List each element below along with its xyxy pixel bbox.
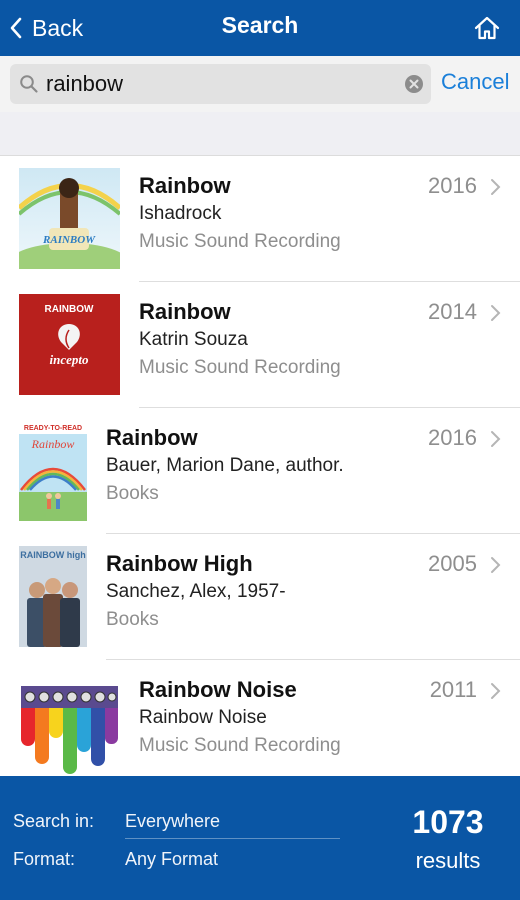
clear-search-icon[interactable] — [404, 74, 424, 94]
back-button[interactable]: Back — [10, 12, 83, 44]
search-bar: Cancel — [0, 56, 520, 112]
result-year: 2016 — [428, 425, 477, 450]
search-field[interactable] — [10, 64, 431, 104]
search-icon — [20, 75, 38, 93]
list-item[interactable]: RAINBOW incepto Rainbow Katrin Souza Mus… — [0, 282, 520, 408]
chevron-right-icon — [491, 179, 501, 195]
back-label: Back — [32, 14, 84, 41]
result-title: Rainbow High — [106, 551, 253, 576]
cancel-button[interactable]: Cancel — [441, 69, 509, 95]
result-year: 2005 — [428, 551, 477, 576]
chevron-right-icon — [491, 683, 501, 699]
result-title: Rainbow Noise — [139, 677, 297, 702]
section-spacer — [0, 112, 520, 156]
home-icon[interactable] — [472, 13, 502, 43]
result-author: Bauer, Marion Dane, author. — [106, 455, 344, 476]
result-count: 1073 — [412, 804, 484, 840]
result-author: Ishadrock — [139, 203, 222, 224]
result-title: Rainbow — [139, 173, 231, 198]
format-label: Format: — [13, 849, 76, 869]
chevron-right-icon — [491, 431, 501, 447]
cover-series: READY-TO-READ — [24, 425, 82, 432]
cover-text: RAINBOW — [45, 304, 94, 315]
book-cover: RAINBOW high — [19, 546, 87, 647]
result-format: Music Sound Recording — [139, 231, 341, 252]
result-title: Rainbow — [139, 299, 231, 324]
result-author: Sanchez, Alex, 1957- — [106, 581, 286, 602]
result-year: 2016 — [428, 173, 477, 198]
list-item[interactable]: READY-TO-READ Rainbow Rainbow Bauer, Mar… — [0, 408, 520, 534]
result-year: 2011 — [429, 677, 477, 702]
format-selector[interactable]: Any Format — [125, 849, 218, 870]
result-author: Rainbow Noise — [139, 707, 267, 728]
result-format: Music Sound Recording — [139, 735, 341, 756]
result-year: 2014 — [428, 299, 477, 324]
result-format: Music Sound Recording — [139, 357, 341, 378]
book-cover: READY-TO-READ Rainbow — [19, 420, 87, 521]
cover-text: RAINBOW — [42, 234, 96, 246]
list-item[interactable]: RAINBOW Rainbow Ishadrock Music Sound Re… — [0, 156, 520, 282]
chevron-right-icon — [491, 305, 501, 321]
filter-divider — [125, 838, 340, 839]
result-format: Books — [106, 609, 159, 630]
search-in-label: Search in: — [13, 811, 95, 831]
filter-bar: Search in: Everywhere Format: Any Format… — [0, 776, 520, 900]
album-cover — [19, 678, 120, 776]
cover-text: Rainbow — [31, 437, 75, 451]
search-input[interactable] — [46, 64, 396, 104]
cover-brand: incepto — [50, 352, 89, 367]
album-cover: RAINBOW incepto — [19, 294, 120, 395]
chevron-left-icon — [10, 17, 22, 39]
results-list: RAINBOW Rainbow Ishadrock Music Sound Re… — [0, 156, 520, 776]
album-cover: RAINBOW — [19, 168, 120, 269]
chevron-right-icon — [491, 557, 501, 573]
list-item[interactable]: RAINBOW high Rainbow High Sanchez, Alex,… — [0, 534, 520, 660]
result-count-label: results — [415, 848, 481, 873]
nav-bar: Back Search — [0, 0, 520, 56]
search-in-selector[interactable]: Everywhere — [125, 811, 220, 832]
result-title: Rainbow — [106, 425, 198, 450]
list-item[interactable]: Rainbow Noise Rainbow Noise Music Sound … — [0, 660, 520, 776]
cover-text: RAINBOW high — [20, 550, 86, 560]
result-author: Katrin Souza — [139, 329, 248, 350]
result-format: Books — [106, 483, 159, 504]
